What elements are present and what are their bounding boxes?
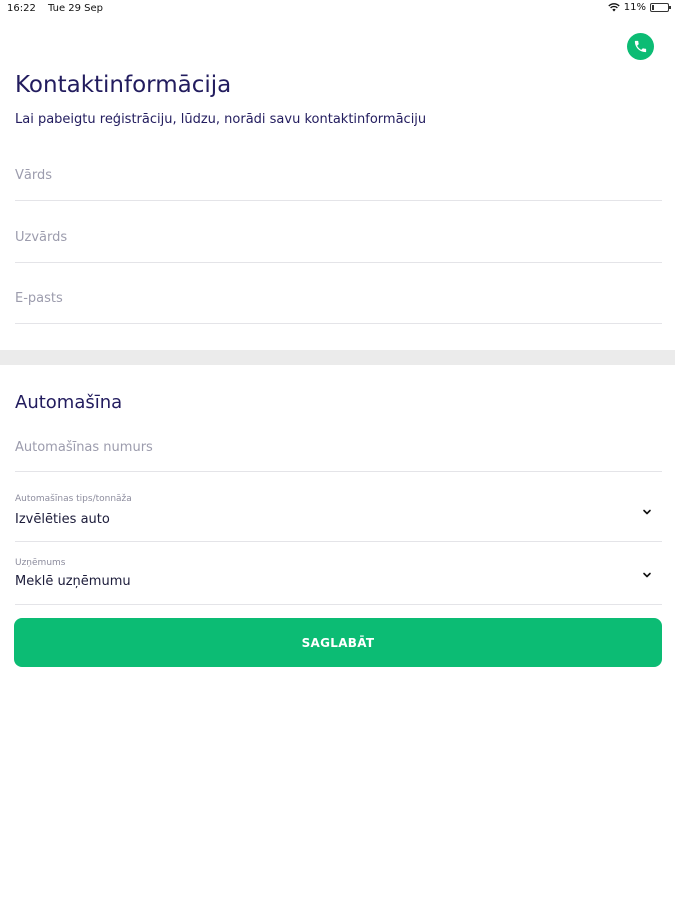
company-value: Meklē uzņēmumu <box>15 574 131 589</box>
last-name-field[interactable]: Uzvārds <box>15 212 662 263</box>
status-bar: 16:22 Tue 29 Sep 11% <box>0 0 675 18</box>
section-divider <box>0 350 675 365</box>
status-left: 16:22 Tue 29 Sep <box>7 3 103 14</box>
company-label: Uzņēmums <box>15 558 66 568</box>
battery-fill <box>652 5 654 10</box>
wifi-icon <box>608 3 620 12</box>
first-name-field[interactable]: Vārds <box>15 150 662 201</box>
page-subtitle: Lai pabeigtu reģistrāciju, lūdzu, norādi… <box>15 112 427 127</box>
car-type-select[interactable]: Automašīnas tips/tonnāža Izvēlēties auto <box>15 471 662 542</box>
save-button[interactable]: SAGLABĀT <box>14 618 662 667</box>
section-title-car: Automašīna <box>15 392 123 413</box>
plate-number-field[interactable]: Automašīnas numurs <box>15 420 662 472</box>
chevron-down-icon <box>643 572 651 578</box>
battery-percent: 11% <box>623 2 646 13</box>
car-type-label: Automašīnas tips/tonnāža <box>15 494 132 504</box>
plate-number-input[interactable] <box>15 420 662 471</box>
status-date: Tue 29 Sep <box>48 3 104 14</box>
call-button[interactable] <box>627 33 654 60</box>
email-field[interactable]: E-pasts <box>15 274 662 324</box>
status-time: 16:22 <box>7 3 36 14</box>
email-input[interactable] <box>15 274 662 323</box>
page-title: Kontaktinformācija <box>15 72 232 98</box>
company-select[interactable]: Uzņēmums Meklē uzņēmumu <box>15 541 662 605</box>
battery-icon <box>650 3 671 12</box>
car-type-value: Izvēlēties auto <box>15 512 110 527</box>
status-right: 11% <box>608 2 671 13</box>
first-name-input[interactable] <box>15 150 662 200</box>
last-name-input[interactable] <box>15 212 662 262</box>
phone-icon <box>634 40 647 53</box>
chevron-down-icon <box>643 509 651 515</box>
